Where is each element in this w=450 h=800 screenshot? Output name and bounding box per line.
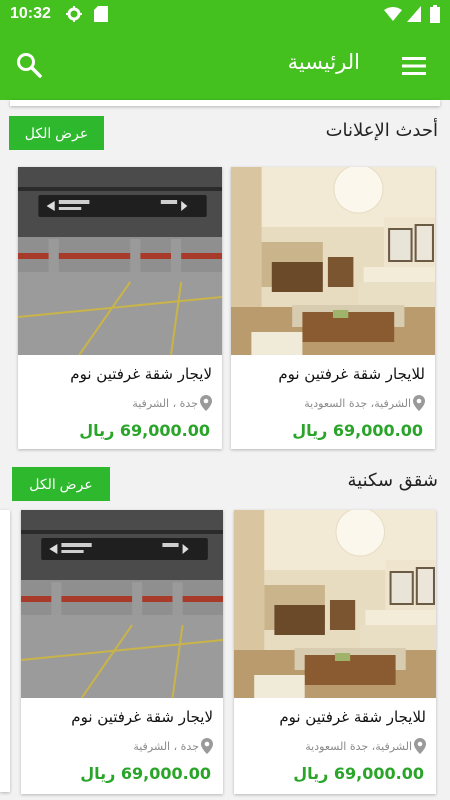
location-pin-icon	[413, 395, 425, 411]
listing-photo	[18, 167, 222, 355]
listing-price: 69,000.00 ريال	[79, 421, 210, 440]
listing-location-text: الشرفية، جدة السعودية	[305, 739, 412, 753]
app-bar: الرئيسية	[0, 30, 450, 100]
location-pin-icon	[201, 738, 213, 754]
listing-card[interactable]: للايجار شقة غرفتين نوم الشرفية، جدة السع…	[234, 510, 436, 794]
status-bar: 10:32	[0, 0, 450, 30]
wifi-icon	[384, 7, 402, 21]
status-time: 10:32	[10, 5, 51, 22]
battery-icon	[430, 5, 440, 23]
search-icon[interactable]	[16, 52, 42, 78]
listing-photo	[21, 510, 223, 698]
listing-photo	[234, 510, 436, 698]
section-title: أحدث الإعلانات	[325, 120, 438, 141]
section-title: شقق سكنية	[347, 470, 438, 491]
view-all-button[interactable]: عرض الكل	[12, 467, 110, 501]
view-all-button[interactable]: عرض الكل	[9, 116, 104, 150]
listing-title: لايجار شقة غرفتين نوم	[70, 365, 212, 383]
listing-location-text: جدة ، الشرفية	[133, 739, 199, 753]
menu-icon[interactable]	[400, 55, 428, 77]
page-title: الرئيسية	[287, 50, 360, 74]
previous-card-edge	[10, 100, 440, 106]
gear-icon	[66, 6, 82, 22]
sd-card-icon	[94, 6, 108, 22]
listing-title: لايجار شقة غرفتين نوم	[71, 708, 213, 726]
listing-location: جدة ، الشرفية	[133, 738, 213, 754]
listing-location: الشرفية، جدة السعودية	[305, 738, 426, 754]
listing-title: للايجار شقة غرفتين نوم	[278, 365, 425, 383]
listing-location: الشرفية، جدة السعودية	[304, 395, 425, 411]
listing-price: 69,000.00 ريال	[80, 764, 211, 783]
listing-price: 69,000.00 ريال	[292, 421, 423, 440]
listing-location: جدة ، الشرفية	[132, 395, 212, 411]
listing-title: للايجار شقة غرفتين نوم	[279, 708, 426, 726]
listing-location-text: الشرفية، جدة السعودية	[304, 396, 411, 410]
listing-card[interactable]: للايجار شقة غرفتين نوم الشرفية، جدة السع…	[231, 167, 435, 449]
listing-price: 69,000.00 ريال	[293, 764, 424, 783]
location-pin-icon	[414, 738, 426, 754]
section-latest-ads: أحدث الإعلانات عرض الكل للايجار شقة غرفت…	[0, 108, 450, 453]
listing-card[interactable]: لايجار شقة غرفتين نوم جدة ، الشرفية 69,0…	[18, 167, 222, 449]
section-residential-apartments: شقق سكنية عرض الكل للايجار شقة غرفتين نو…	[0, 458, 450, 800]
listing-card[interactable]: لايجار شقة غرفتين نوم جدة ، الشرفية 69,0…	[21, 510, 223, 794]
listing-card-partial[interactable]	[0, 510, 10, 792]
listing-photo	[231, 167, 435, 355]
signal-icon	[407, 6, 421, 22]
location-pin-icon	[200, 395, 212, 411]
listing-location-text: جدة ، الشرفية	[132, 396, 198, 410]
